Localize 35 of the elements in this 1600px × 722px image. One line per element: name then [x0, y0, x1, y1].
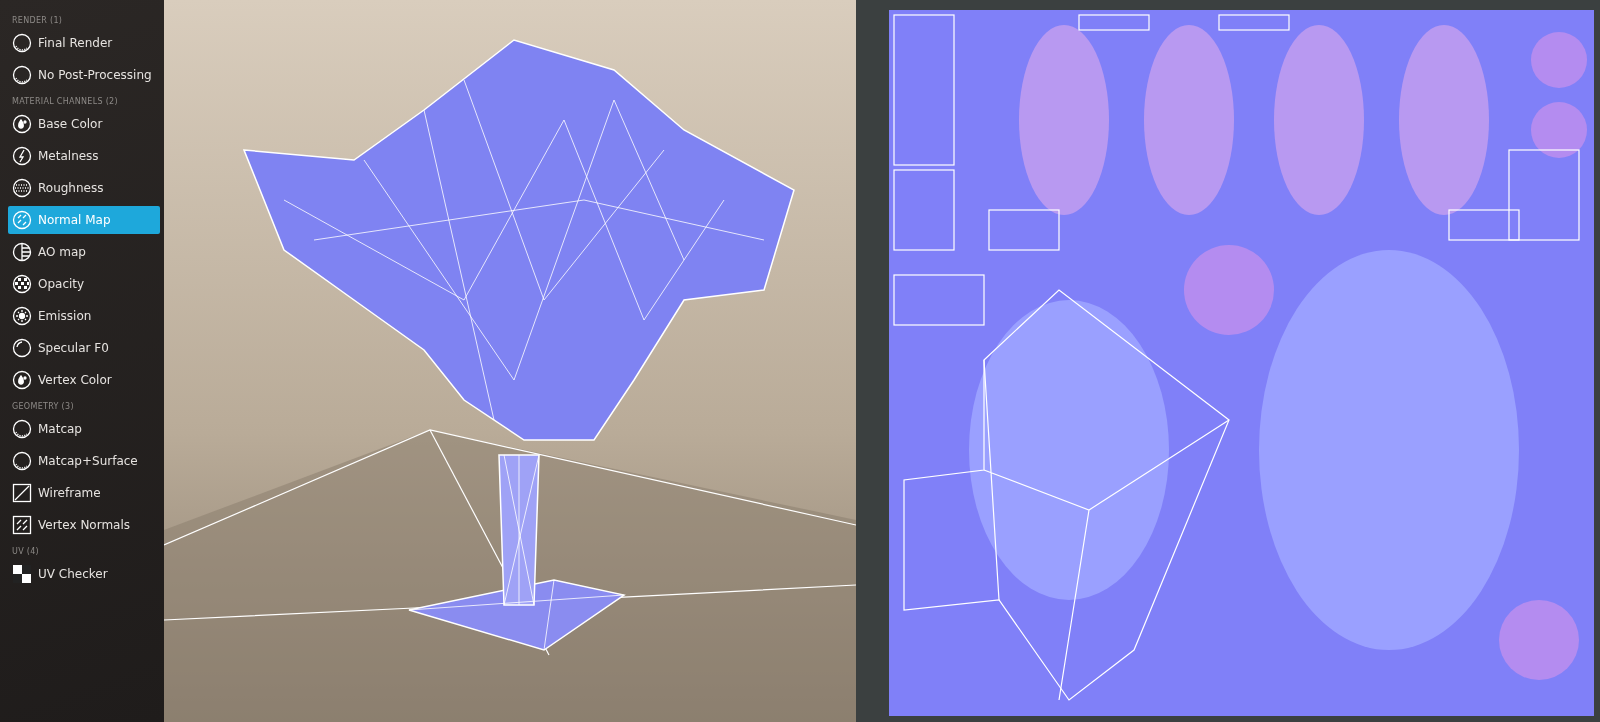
sphere-icon [12, 65, 32, 85]
checker-icon [12, 564, 32, 584]
sidebar-item[interactable]: Emission [8, 302, 160, 330]
sidebar-item[interactable]: Base Color [8, 110, 160, 138]
sphere-icon [12, 451, 32, 471]
arrows-square-icon [12, 515, 32, 535]
sidebar-item[interactable]: Matcap [8, 415, 160, 443]
dotted-sphere-icon [12, 178, 32, 198]
arrows-sphere-icon [12, 210, 32, 230]
sidebar-item[interactable]: Opacity [8, 270, 160, 298]
sidebar-item[interactable]: No Post-Processing [8, 61, 160, 89]
sidebar-item[interactable]: Vertex Normals [8, 511, 160, 539]
sphere-icon [12, 338, 32, 358]
diagonal-square-icon [12, 483, 32, 503]
drop-icon [12, 370, 32, 390]
sidebar-item[interactable]: Metalness [8, 142, 160, 170]
section-heading: UV (4) [12, 547, 40, 556]
lightning-icon [12, 146, 32, 166]
drop-icon [12, 114, 32, 134]
sidebar-item[interactable]: Matcap+Surface [8, 447, 160, 475]
sidebar-item[interactable]: Wireframe [8, 479, 160, 507]
sidebar-item[interactable]: Final Render [8, 29, 160, 57]
sidebar-item[interactable]: UV Checker [8, 560, 160, 588]
section-heading: GEOMETRY (3) [12, 402, 75, 411]
sphere-icon [12, 419, 32, 439]
sidebar-item[interactable]: Roughness [8, 174, 160, 202]
sphere-icon [12, 33, 32, 53]
checker-sphere-icon [12, 274, 32, 294]
sidebar-item[interactable]: AO map [8, 238, 160, 266]
section-heading: MATERIAL CHANNELS (2) [12, 97, 119, 106]
sun-icon [12, 306, 32, 326]
section-heading: RENDER (1) [12, 16, 64, 25]
half-striped-circle-icon [12, 242, 32, 262]
sidebar-item[interactable]: Specular F0 [8, 334, 160, 362]
sidebar-item[interactable]: Vertex Color [8, 366, 160, 394]
